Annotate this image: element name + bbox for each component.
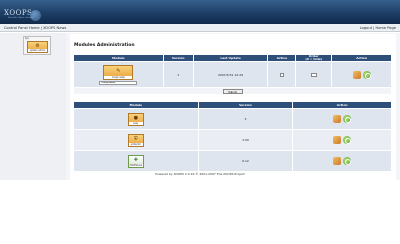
- col-order: Order (0 = hide): [295, 54, 333, 62]
- version-cell: 1: [162, 61, 194, 88]
- xoops-logo[interactable]: XOOPS Xtensible Object Oriented: [4, 4, 44, 21]
- edit-module-icon[interactable]: [333, 157, 342, 165]
- update-module-icon[interactable]: [362, 70, 371, 79]
- table-header-row: Module Version Last Update Active Order …: [73, 54, 392, 62]
- header-bar: XOOPS Xtensible Object Oriented: [0, 0, 400, 24]
- install-module-icon[interactable]: [343, 115, 352, 123]
- module-icon-xoopscare[interactable]: ✚ XOOPSCare: [127, 154, 144, 168]
- install-module-icon[interactable]: [343, 136, 352, 144]
- submit-cell: Submit: [73, 87, 392, 95]
- page-bottom: [0, 180, 400, 244]
- module-icon-caption: xoops news: [104, 75, 133, 79]
- version-cell: 0.12: [197, 150, 294, 172]
- shield-icon: ⛨: [133, 135, 138, 142]
- logo-subtitle: Xtensible Object Oriented: [8, 17, 34, 19]
- edit-module-icon[interactable]: [352, 70, 361, 79]
- submit-button[interactable]: Submit: [222, 88, 243, 94]
- module-cell: ✎ xoops news: [73, 61, 164, 88]
- logo-text: XOOPS: [4, 9, 33, 17]
- order-cell: [295, 61, 333, 88]
- module-cell: ✚ XOOPSCare: [73, 150, 199, 172]
- module-icon-caption: system admin: [28, 49, 47, 52]
- edit-module-icon[interactable]: [333, 136, 342, 144]
- system-module-link[interactable]: ⚙ system admin: [27, 41, 48, 53]
- module-icon-sexy[interactable]: ● sexy: [127, 112, 144, 126]
- module-icon-caption: sexy: [128, 121, 143, 125]
- col-last-update: Last Update: [192, 54, 269, 62]
- action-cell: [292, 108, 392, 130]
- col-module: Module: [73, 54, 164, 62]
- news-icon: ✎: [116, 67, 121, 74]
- active-cell: [267, 61, 297, 88]
- footer: Powered by XOOPS 2.0.16 © 2001-2007 The …: [155, 172, 245, 176]
- order-input[interactable]: [310, 72, 317, 77]
- submit-row: Submit: [73, 87, 392, 95]
- installed-modules-table: Module Version Last Update Active Order …: [73, 54, 392, 95]
- module-icon-protector[interactable]: ⛨ protector: [127, 133, 144, 147]
- logo-globe-icon: [30, 10, 41, 21]
- module-name-input[interactable]: [99, 80, 138, 85]
- col-active: Active: [267, 54, 297, 62]
- care-icon: ✚: [133, 156, 138, 163]
- module-cell: ⛨ protector: [73, 129, 199, 151]
- sidebar-box-title: Sys: [25, 37, 29, 40]
- col-version: Version: [197, 101, 294, 109]
- install-module-icon[interactable]: [343, 157, 352, 165]
- table-header-row: Module Version Action: [73, 101, 392, 109]
- module-cell: ● sexy: [73, 108, 199, 130]
- breadcrumb[interactable]: Control Panel Home | XOOPS News: [4, 26, 66, 30]
- table-row: ✚ XOOPSCare 0.12: [73, 150, 392, 172]
- page-title: Modules Administration: [74, 43, 135, 48]
- module-icon-xoopsnews[interactable]: ✎ xoops news: [103, 64, 134, 80]
- version-cell: 3.00: [197, 129, 294, 151]
- col-action: Action: [292, 101, 392, 109]
- breadcrumb-bar: Control Panel Home | XOOPS News Logout |…: [0, 24, 400, 32]
- action-cell: [331, 61, 392, 88]
- module-icon-caption: protector: [128, 142, 143, 146]
- active-checkbox[interactable]: [279, 72, 284, 77]
- star-icon: ●: [133, 114, 138, 121]
- action-cell: [292, 129, 392, 151]
- table-row: ⛨ protector 3.00: [73, 129, 392, 151]
- table-row: ✎ xoops news 1 2007/5/31 12:29: [73, 61, 392, 88]
- table-row: ● sexy 3: [73, 108, 392, 130]
- edit-module-icon[interactable]: [333, 115, 342, 123]
- module-icon-caption: XOOPSCare: [128, 163, 143, 167]
- last-update-cell: 2007/5/31 12:29: [192, 61, 269, 88]
- user-links[interactable]: Logout | Home Page: [360, 26, 396, 30]
- col-module: Module: [73, 101, 199, 109]
- col-version: Version: [162, 54, 194, 62]
- version-cell: 3: [197, 108, 294, 130]
- col-action: Action: [331, 54, 392, 62]
- sidebar-module-box: Sys ⚙ system admin: [23, 36, 51, 55]
- available-modules-table: Module Version Action ● sexy 3 ⛨ protect…: [73, 101, 392, 172]
- action-cell: [292, 150, 392, 172]
